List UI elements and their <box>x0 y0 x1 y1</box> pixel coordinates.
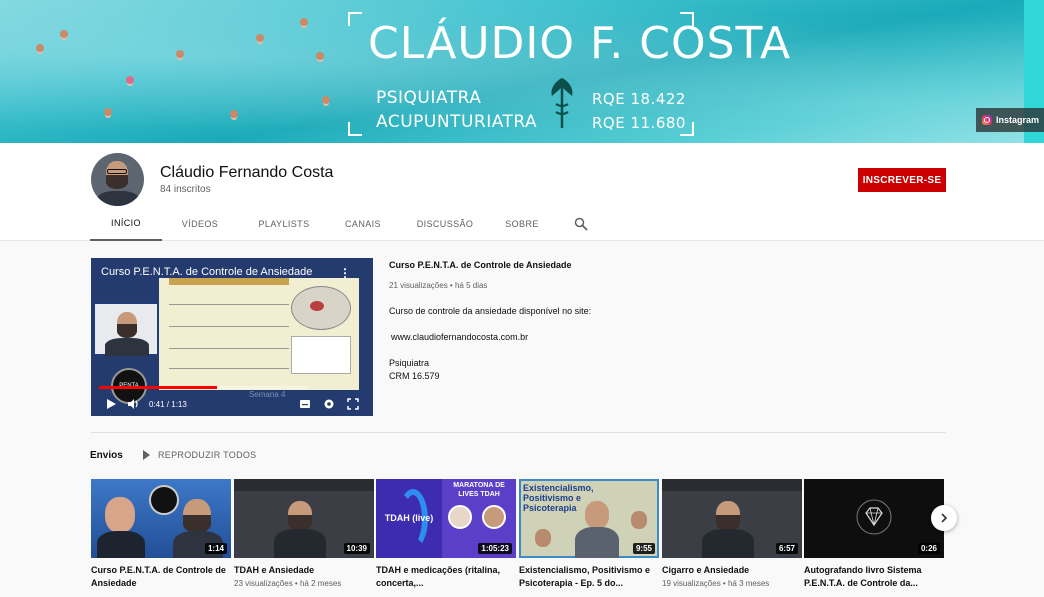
tab-inicio[interactable]: INÍCIO <box>90 207 162 241</box>
featured-desc-line: Psiquiatra <box>389 358 430 368</box>
video-card[interactable]: 6:57 Cigarro e Ansiedade 19 visualizaçõe… <box>662 479 802 588</box>
channel-avatar[interactable] <box>91 153 144 206</box>
channel-banner: CLÁUDIO F. COSTA PSIQUIATRA ACUPUNTURIAT… <box>0 0 1044 143</box>
player-title: Curso P.E.N.T.A. de Controle de Ansiedad… <box>101 266 313 278</box>
play-icon <box>143 450 150 460</box>
video-card[interactable]: 10:39 TDAH e Ansiedade 23 visualizações … <box>234 479 374 588</box>
video-duration: 6:57 <box>775 543 798 554</box>
banner-rqe-1: RQE 18.422 <box>592 90 686 108</box>
instagram-icon <box>982 115 992 125</box>
banner-swimmer <box>322 96 330 104</box>
chevron-right-icon <box>941 513 948 523</box>
channel-tabs: INÍCIO VÍDEOS PLAYLISTS CANAIS DISCUSSÃO… <box>90 207 588 241</box>
video-title[interactable]: TDAH e Ansiedade <box>234 564 374 577</box>
banner-swimmer <box>60 30 68 38</box>
section-divider <box>91 432 946 433</box>
video-duration: 1:05:23 <box>478 543 512 554</box>
settings-gear-icon[interactable] <box>323 398 335 410</box>
video-title[interactable]: Existencialismo, Positivismo e Psicotera… <box>519 564 659 590</box>
video-card[interactable]: 1:14 Curso P.E.N.T.A. de Controle de Ans… <box>91 479 231 590</box>
featured-video-title[interactable]: Curso P.E.N.T.A. de Controle de Ansiedad… <box>389 260 572 270</box>
featured-video-player[interactable]: Curso P.E.N.T.A. de Controle de Ansiedad… <box>91 258 373 416</box>
video-title[interactable]: Curso P.E.N.T.A. de Controle de Ansiedad… <box>91 564 231 590</box>
tab-playlists[interactable]: PLAYLISTS <box>238 207 330 241</box>
video-thumbnail[interactable]: 0:26 <box>804 479 944 558</box>
play-all-button[interactable]: REPRODUZIR TODOS <box>143 450 256 460</box>
banner-swimmer <box>36 44 44 52</box>
subscriber-count: 84 inscritos <box>160 184 211 195</box>
banner-swimmer <box>126 76 134 84</box>
video-title[interactable]: Autografando livro Sistema P.E.N.T.A. de… <box>804 564 944 590</box>
banner-swimmer <box>176 50 184 58</box>
video-duration: 9:55 <box>632 543 655 554</box>
banner-name: CLÁUDIO F. COSTA <box>368 18 792 69</box>
channel-name: Cláudio Fernando Costa <box>160 164 334 181</box>
featured-desc-link[interactable]: www.claudiofernandocosta.com.br <box>391 332 528 342</box>
video-thumbnail[interactable]: Existencialismo, Positivismo e Psicotera… <box>519 479 659 558</box>
playback-time: 0:41 / 1:13 <box>149 400 187 409</box>
uploads-section-title[interactable]: Envios <box>90 450 123 461</box>
progress-bar[interactable] <box>99 386 309 389</box>
diamond-icon <box>856 499 892 535</box>
banner-swimmer <box>316 52 324 60</box>
play-all-label: REPRODUZIR TODOS <box>158 450 257 460</box>
banner-swimmer <box>300 18 308 26</box>
tab-discussao[interactable]: DISCUSSÃO <box>396 207 494 241</box>
tab-sobre[interactable]: SOBRE <box>494 207 550 241</box>
brain-diagram <box>291 286 351 330</box>
frame-corner <box>348 122 362 136</box>
caduceus-logo-icon <box>551 78 573 128</box>
play-icon[interactable] <box>105 398 117 410</box>
search-icon[interactable] <box>574 217 588 231</box>
video-meta: 23 visualizações • há 2 meses <box>234 579 342 588</box>
featured-desc-line: CRM 16.579 <box>389 371 440 381</box>
frame-corner <box>348 12 362 26</box>
subscribe-button[interactable]: INSCREVER-SE <box>858 168 946 192</box>
banner-swimmer <box>104 108 112 116</box>
volume-icon[interactable] <box>127 398 139 410</box>
next-arrow-button[interactable] <box>931 505 957 531</box>
banner-rqe-2: RQE 11.680 <box>592 114 686 132</box>
presenter-thumbnail <box>93 302 159 356</box>
featured-desc-line: Curso de controle da ansiedade disponíve… <box>389 306 592 316</box>
video-card[interactable]: 0:26 Autografando livro Sistema P.E.N.T.… <box>804 479 944 590</box>
video-card[interactable]: Existencialismo, Positivismo e Psicotera… <box>519 479 659 590</box>
thumb-text: MARATONA DE LIVES TDAH <box>453 482 505 498</box>
slide-content <box>159 278 359 390</box>
subtitles-icon[interactable] <box>299 398 311 410</box>
video-duration: 1:14 <box>204 543 227 554</box>
more-options-icon[interactable]: ⋮ <box>339 266 351 280</box>
video-thumbnail[interactable]: 10:39 <box>234 479 374 558</box>
banner-swimmer <box>230 110 238 118</box>
tab-canais[interactable]: CANAIS <box>330 207 396 241</box>
fullscreen-icon[interactable] <box>347 398 359 410</box>
player-controls: 0:41 / 1:13 <box>91 394 373 416</box>
video-duration: 0:26 <box>917 543 940 554</box>
video-meta: 19 visualizações • há 3 meses <box>662 579 770 588</box>
video-title[interactable]: TDAH e medicações (ritalina, concerta,..… <box>376 564 516 590</box>
channel-header: Cláudio Fernando Costa 84 inscritos INSC… <box>0 143 1044 241</box>
video-title[interactable]: Cigarro e Ansiedade <box>662 564 802 577</box>
banner-swimmer <box>256 34 264 42</box>
tab-videos[interactable]: VÍDEOS <box>162 207 238 241</box>
video-duration: 10:39 <box>343 543 370 554</box>
instagram-label: Instagram <box>996 115 1040 125</box>
video-thumbnail[interactable]: 6:57 <box>662 479 802 558</box>
instagram-link[interactable]: Instagram <box>976 108 1044 132</box>
progress-fill <box>99 386 217 389</box>
thumb-text: TDAH (live) <box>384 513 434 523</box>
banner-title-acupunturiatra: ACUPUNTURIATRA <box>376 112 538 132</box>
video-thumbnail[interactable]: 1:14 <box>91 479 231 558</box>
video-card[interactable]: TDAH (live) MARATONA DE LIVES TDAH 1:05:… <box>376 479 516 590</box>
featured-video-meta: 21 visualizações • há 5 dias <box>389 281 488 290</box>
video-thumbnail[interactable]: TDAH (live) MARATONA DE LIVES TDAH 1:05:… <box>376 479 516 558</box>
banner-title-psiquiatra: PSIQUIATRA <box>376 88 482 108</box>
